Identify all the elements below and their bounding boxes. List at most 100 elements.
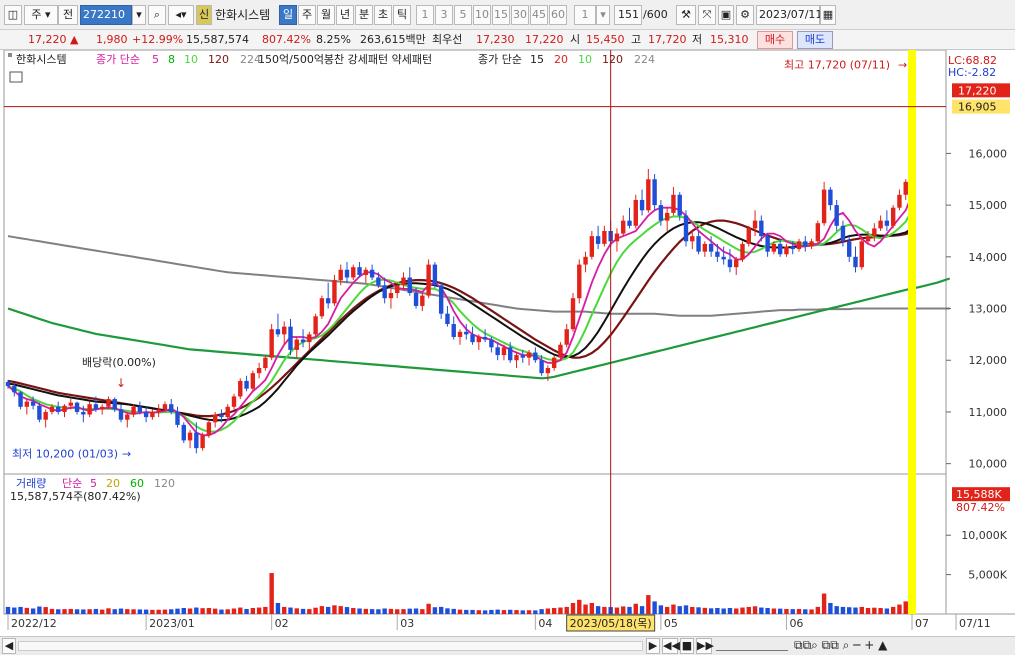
interval-select[interactable]: 1 [574, 5, 596, 25]
interval-tab-45[interactable]: 45 [530, 5, 548, 25]
scroll-left-icon[interactable]: ◀ [2, 638, 16, 654]
candle-body [840, 225, 846, 242]
volume-bar [300, 608, 306, 614]
date-input[interactable]: 2023/07/11 [756, 5, 822, 25]
interval-tab-60[interactable]: 60 [549, 5, 567, 25]
best-bid: 17,220 [525, 33, 564, 46]
play-icon[interactable]: ▶ [646, 638, 660, 654]
volume-bar [49, 608, 55, 614]
candle-body [551, 357, 557, 368]
volume-bar [482, 610, 488, 614]
volume-bar [68, 608, 73, 614]
volume-bar [363, 608, 369, 614]
price-tick-label: 15,000 [969, 199, 1008, 212]
layout-icons[interactable]: ⧉⧉⌕ ⧉⧉ ⌕ ─ + ▲ [794, 638, 887, 653]
candle-body [639, 199, 645, 211]
gear-icon[interactable]: ⚙ [736, 5, 754, 25]
candle-body [501, 347, 507, 356]
stock-code-input[interactable]: 272210 [80, 5, 132, 25]
market-select[interactable]: 주 ▾ [24, 5, 58, 25]
volume-bar [169, 609, 174, 614]
interval-tab-15[interactable]: 15 [492, 5, 510, 25]
candle-body [690, 236, 695, 242]
volume-bar [451, 608, 456, 614]
candle-body [420, 295, 425, 306]
price-tag-current: 17,220 [958, 84, 997, 97]
volume-bar [646, 595, 651, 614]
candle-body [796, 241, 802, 250]
volume-bar [382, 608, 387, 614]
volume-bar [533, 610, 538, 614]
turnover-ratio: 8.25% [316, 33, 351, 46]
candle-body [476, 336, 482, 343]
interval-tab-1[interactable]: 1 [416, 5, 434, 25]
up-arrow-icon: ▲ [70, 33, 79, 46]
candle-body [903, 181, 908, 195]
volume-bar [803, 609, 808, 614]
volume-tick-label: 10,000K [961, 529, 1007, 542]
volume-bar [12, 607, 17, 614]
volume-bar [683, 605, 689, 614]
stop-icon[interactable]: ■ [680, 638, 694, 654]
prev-button[interactable]: 전 [58, 5, 78, 25]
volume-bar [162, 609, 168, 614]
volume-bar [834, 606, 839, 614]
interval-dropdown[interactable]: ▾ [596, 5, 610, 25]
volume-bar [840, 606, 846, 614]
candle-body [702, 243, 708, 252]
volume-bar [256, 607, 262, 614]
candle-body [357, 267, 362, 275]
calendar-icon[interactable]: ▦ [820, 5, 836, 25]
volume-bar [307, 609, 312, 614]
new-badge[interactable]: 신 [196, 5, 212, 25]
volume-bar [809, 609, 814, 614]
candle-body [369, 269, 375, 278]
count-input[interactable]: 151 [614, 5, 642, 25]
candle-body [275, 329, 281, 335]
buy-button[interactable]: 매수 [757, 31, 793, 49]
period-tab-5[interactable]: 초 [374, 5, 392, 25]
low-label: 저 [692, 33, 703, 46]
period-tab-1[interactable]: 주 [298, 5, 316, 25]
low-arrow-icon: → [122, 447, 131, 460]
volume-bar [771, 608, 777, 614]
candle-body [790, 246, 795, 250]
interval-tab-30[interactable]: 30 [511, 5, 529, 25]
candle-body [200, 435, 205, 449]
rewind-icon[interactable]: ◀◀ [662, 638, 680, 654]
volume-tick-label: 5,000K [968, 569, 1007, 582]
scroll-track[interactable] [18, 641, 643, 651]
candle-body [143, 411, 149, 418]
volume-bar [853, 607, 858, 614]
period-tab-4[interactable]: 분 [355, 5, 373, 25]
volume-bar [325, 606, 331, 614]
period-tab-0[interactable]: 일 [279, 5, 297, 25]
period-tab-6[interactable]: 틱 [393, 5, 411, 25]
best-ask: 17,230 [476, 33, 515, 46]
candle-body [118, 409, 124, 420]
interval-tab-3[interactable]: 3 [435, 5, 453, 25]
x-tick-label: 02 [275, 617, 289, 630]
forward-icon[interactable]: ▶▶ [696, 638, 714, 654]
price-volume-chart[interactable]: 16,000 15,000 14,000 13,000 12,000 11,000 10,0… [0, 50, 1015, 636]
search-icon[interactable]: ⌕ [148, 5, 166, 25]
crosshair-icon[interactable]: ⤧ [698, 5, 716, 25]
code-dropdown[interactable]: ▾ [132, 5, 146, 25]
zoom-slider[interactable] [716, 641, 788, 651]
interval-tab-5[interactable]: 5 [454, 5, 472, 25]
save-icon[interactable]: ▣ [718, 5, 734, 25]
period-tab-3[interactable]: 년 [336, 5, 354, 25]
price-info-bar: 17,220 ▲ 1,980 +12.99% 15,587,574 807.42… [0, 30, 1015, 50]
interval-tab-10[interactable]: 10 [473, 5, 491, 25]
period-tab-2[interactable]: 월 [317, 5, 335, 25]
volume-bar [112, 609, 117, 614]
sell-button[interactable]: 매도 [797, 31, 833, 49]
candle-body [413, 293, 419, 306]
candle-body [87, 404, 92, 415]
speaker-icon[interactable]: ◂▾ [168, 5, 194, 25]
menu-icon[interactable]: ◫ [4, 5, 22, 25]
candle-body [112, 399, 117, 410]
tool-icon[interactable]: ⚒ [676, 5, 696, 25]
legend-ma-label: 종가 단순 [96, 53, 140, 66]
volume-bar [903, 601, 908, 614]
